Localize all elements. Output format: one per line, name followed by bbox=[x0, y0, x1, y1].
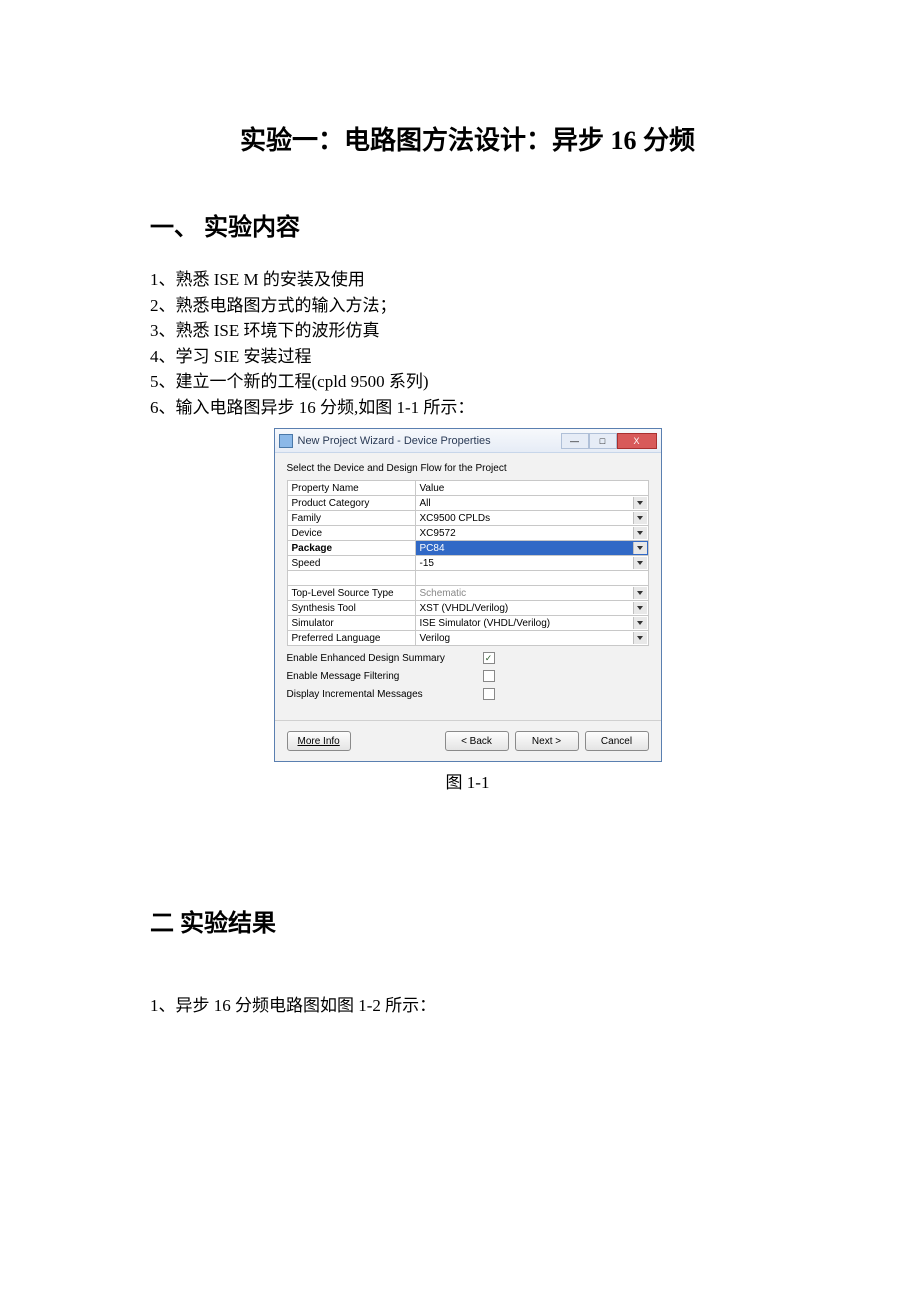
chevron-down-icon[interactable] bbox=[633, 557, 647, 569]
property-name: Device bbox=[287, 526, 415, 541]
checkbox-row: Enable Message Filtering bbox=[287, 670, 649, 682]
enhanced-summary-checkbox[interactable]: ✓ bbox=[483, 652, 495, 664]
content-line: 2、熟悉电路图方式的输入方法； bbox=[150, 293, 785, 319]
content-line: 1、熟悉 ISE M 的安装及使用 bbox=[150, 267, 785, 293]
chevron-down-icon[interactable] bbox=[633, 497, 647, 509]
chevron-down-icon[interactable] bbox=[633, 527, 647, 539]
checkbox-label: Enable Message Filtering bbox=[287, 671, 477, 682]
source-type-dropdown[interactable]: Schematic bbox=[415, 586, 648, 601]
checkbox-row: Enable Enhanced Design Summary ✓ bbox=[287, 652, 649, 664]
table-row: Family XC9500 CPLDs bbox=[287, 511, 648, 526]
back-button[interactable]: < Back bbox=[445, 731, 509, 751]
preferred-language-dropdown[interactable]: Verilog bbox=[415, 631, 648, 646]
content-line: 6、输入电路图异步 16 分频,如图 1-1 所示： bbox=[150, 395, 785, 421]
content-line: 5、建立一个新的工程(cpld 9500 系列) bbox=[150, 369, 785, 395]
product-category-dropdown[interactable]: All bbox=[415, 496, 648, 511]
page-title: 实验一：电路图方法设计：异步 16 分频 bbox=[150, 120, 785, 157]
properties-table: Property Name Value Product Category All… bbox=[287, 480, 649, 646]
section1-heading: 一、 实验内容 bbox=[150, 207, 785, 242]
message-filtering-checkbox[interactable] bbox=[483, 670, 495, 682]
table-row: Device XC9572 bbox=[287, 526, 648, 541]
package-dropdown[interactable]: PC84 bbox=[415, 541, 648, 556]
checkbox-label: Enable Enhanced Design Summary bbox=[287, 653, 477, 664]
result-line: 1、异步 16 分频电路图如图 1-2 所示： bbox=[150, 993, 785, 1019]
speed-dropdown[interactable]: -15 bbox=[415, 556, 648, 571]
property-name: Preferred Language bbox=[287, 631, 415, 646]
table-row: Preferred Language Verilog bbox=[287, 631, 648, 646]
property-name: Synthesis Tool bbox=[287, 601, 415, 616]
property-name: Speed bbox=[287, 556, 415, 571]
table-row: Synthesis Tool XST (VHDL/Verilog) bbox=[287, 601, 648, 616]
property-name: Package bbox=[287, 541, 415, 556]
checkbox-row: Display Incremental Messages bbox=[287, 688, 649, 700]
table-row: Top-Level Source Type Schematic bbox=[287, 586, 648, 601]
table-row: Product Category All bbox=[287, 496, 648, 511]
minimize-button[interactable]: — bbox=[561, 433, 589, 449]
column-header-value: Value bbox=[415, 481, 648, 496]
table-row: Package PC84 bbox=[287, 541, 648, 556]
chevron-down-icon[interactable] bbox=[633, 617, 647, 629]
maximize-button[interactable]: □ bbox=[589, 433, 617, 449]
device-properties-dialog: New Project Wizard - Device Properties —… bbox=[274, 428, 662, 762]
simulator-dropdown[interactable]: ISE Simulator (VHDL/Verilog) bbox=[415, 616, 648, 631]
dialog-titlebar: New Project Wizard - Device Properties —… bbox=[275, 429, 661, 453]
chevron-down-icon[interactable] bbox=[633, 632, 647, 644]
more-info-button[interactable]: More Info bbox=[287, 731, 351, 751]
content-line: 3、熟悉 ISE 环境下的波形仿真 bbox=[150, 318, 785, 344]
cancel-button[interactable]: Cancel bbox=[585, 731, 649, 751]
chevron-down-icon[interactable] bbox=[633, 602, 647, 614]
table-row: Speed -15 bbox=[287, 556, 648, 571]
chevron-down-icon[interactable] bbox=[633, 587, 647, 599]
content-line: 4、学习 SIE 安装过程 bbox=[150, 344, 785, 370]
property-name: Product Category bbox=[287, 496, 415, 511]
section2-heading: 二 实验结果 bbox=[150, 903, 785, 938]
property-name: Simulator bbox=[287, 616, 415, 631]
checkbox-label: Display Incremental Messages bbox=[287, 689, 477, 700]
property-name: Top-Level Source Type bbox=[287, 586, 415, 601]
chevron-down-icon[interactable] bbox=[633, 512, 647, 524]
dialog-title: New Project Wizard - Device Properties bbox=[298, 435, 561, 447]
incremental-messages-checkbox[interactable] bbox=[483, 688, 495, 700]
device-dropdown[interactable]: XC9572 bbox=[415, 526, 648, 541]
column-header-property: Property Name bbox=[287, 481, 415, 496]
close-button[interactable]: X bbox=[617, 433, 657, 449]
next-button[interactable]: Next > bbox=[515, 731, 579, 751]
property-name: Family bbox=[287, 511, 415, 526]
app-icon bbox=[279, 434, 293, 448]
dialog-instruction: Select the Device and Design Flow for th… bbox=[287, 463, 649, 474]
family-dropdown[interactable]: XC9500 CPLDs bbox=[415, 511, 648, 526]
figure-caption: 图 1-1 bbox=[274, 768, 662, 793]
table-row: Simulator ISE Simulator (VHDL/Verilog) bbox=[287, 616, 648, 631]
synthesis-tool-dropdown[interactable]: XST (VHDL/Verilog) bbox=[415, 601, 648, 616]
chevron-down-icon[interactable] bbox=[633, 542, 647, 554]
